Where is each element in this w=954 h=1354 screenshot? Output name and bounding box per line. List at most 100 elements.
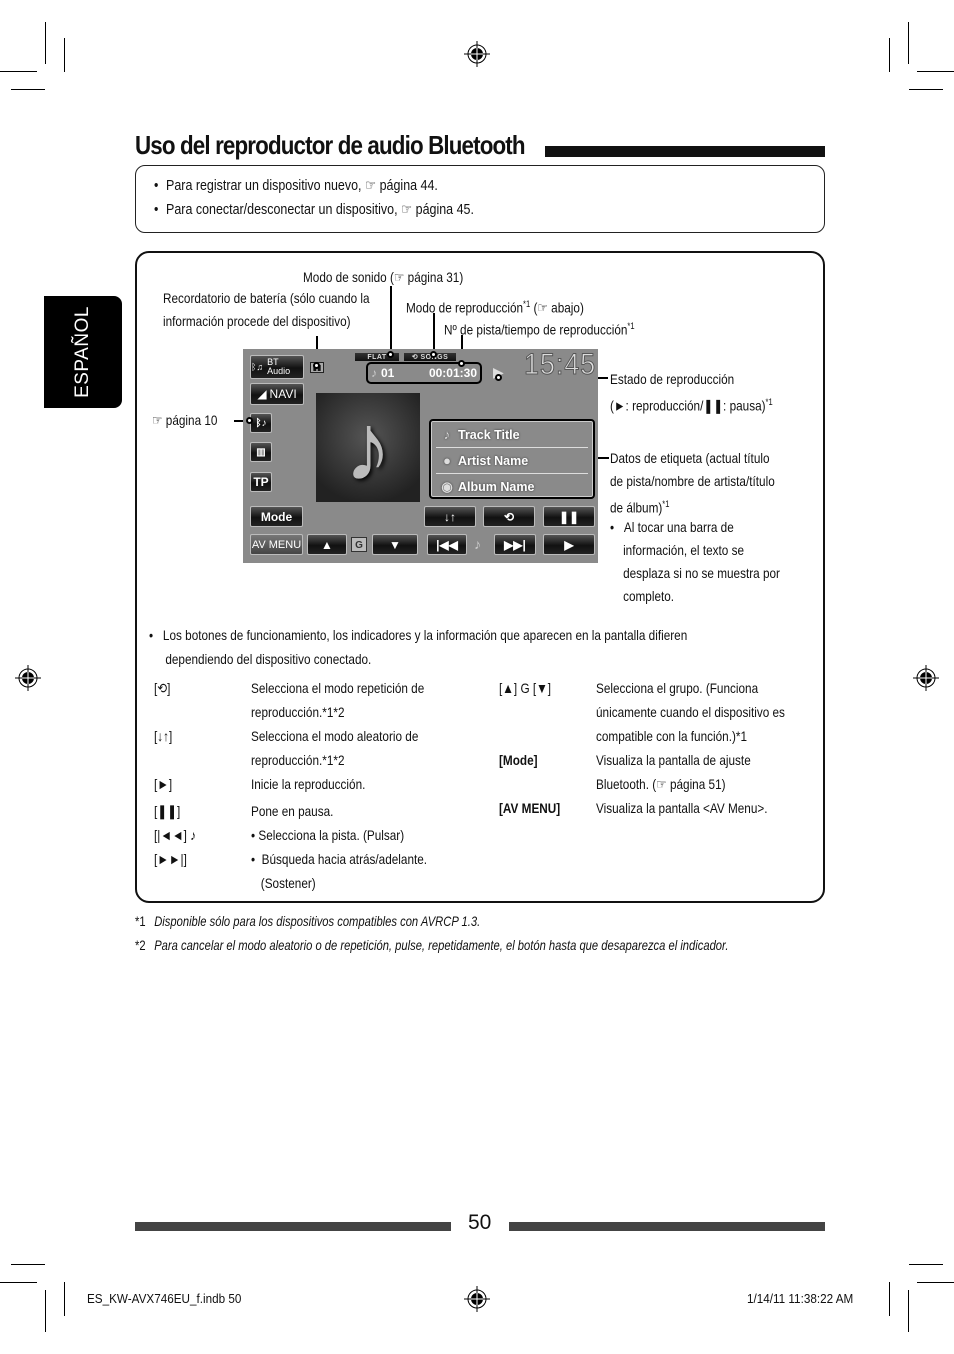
intro-note: • Para registrar un dispositivo nuevo, ☞ … (154, 178, 438, 194)
key-mode: [Mode] (499, 752, 538, 768)
crop-mark (908, 1290, 909, 1332)
bluetooth-music-icon: ᛒ♪ (255, 417, 267, 429)
artist-name-bar[interactable]: ● Artist Name (436, 448, 588, 474)
desc-pause: Pone en pausa. (251, 803, 334, 819)
crop-mark (889, 1282, 890, 1316)
bluetooth-music-button[interactable]: ᛒ♪ (250, 413, 272, 433)
shuffle-icon: ↓↑ (444, 509, 456, 524)
navi-button[interactable]: ◢ NAVI (250, 383, 304, 405)
person-icon: ● (443, 453, 451, 468)
desc-search: • Búsqueda hacia atrás/adelante. (Sosten… (251, 851, 428, 891)
key-shuffle: [↓↑] (154, 728, 173, 744)
previous-track-button[interactable]: |◀◀ (427, 534, 467, 555)
callout-play-status: Estado de reproducción (►: reproducción/❚… (610, 371, 773, 414)
desc-mode: Visualiza la pantalla de ajuste Bluetooth… (596, 752, 751, 792)
registration-mark-icon (464, 1286, 490, 1312)
repeat-button[interactable]: ⟲ (483, 506, 535, 527)
next-track-button[interactable]: ▶▶| (494, 534, 536, 555)
key-repeat: [⟲] (154, 680, 171, 696)
pause-icon: ❚❚ (558, 509, 580, 524)
equalizer-button[interactable]: ▥ (250, 442, 272, 462)
group-icon: G (351, 537, 367, 552)
play-time: 00:01:30 (428, 366, 477, 380)
repeat-icon: ⟲ (503, 509, 515, 524)
crop-mark (0, 1282, 37, 1283)
bluetooth-icon: ᛒ♫ (251, 361, 264, 372)
track-title-bar[interactable]: ♪ Track Title (436, 422, 588, 448)
play-button[interactable]: ▶ (543, 534, 595, 555)
page-bar-left (135, 1222, 451, 1231)
footnote: *2 Para cancelar el modo aleatorio o de r… (135, 937, 729, 953)
desc-repeat: Selecciona el modo repetición de reproduc… (251, 680, 425, 720)
pause-button[interactable]: ❚❚ (543, 506, 595, 527)
crop-mark (45, 1290, 46, 1332)
desc-group: Selecciona el grupo. (Funciona únicamente… (596, 680, 785, 744)
crop-mark (0, 71, 37, 72)
crop-mark (11, 89, 45, 90)
registration-mark-icon (913, 665, 939, 691)
av-menu-button[interactable]: AV MENU (250, 534, 303, 555)
equalizer-icon: ▥ (256, 446, 266, 458)
crop-mark (917, 1282, 954, 1283)
crop-mark (889, 38, 890, 72)
mode-button[interactable]: Mode (250, 506, 303, 527)
page-number: 50 (468, 1211, 492, 1234)
slug-file: ES_KW-AVX746EU_f.indb 50 (87, 1291, 242, 1306)
callout-page-ref: ☞ página 10 (152, 412, 218, 428)
note-icon: ♪ (443, 427, 451, 442)
intro-note-box: • Para registrar un dispositivo nuevo, ☞ … (135, 165, 825, 233)
group-up-button[interactable]: ▲ (307, 534, 347, 555)
track-number: 01 (381, 366, 395, 380)
crop-mark (909, 89, 943, 90)
desc-select-track: • Selecciona la pista. (Pulsar) (251, 827, 405, 843)
group-down-button[interactable]: ▼ (372, 534, 418, 555)
key-group: [▲] G [▼] (499, 680, 552, 696)
album-art: ♪ (316, 393, 420, 502)
triangle-up-icon: ▲ (321, 537, 333, 552)
intro-note: • Para conectar/desconectar un dispositiv… (154, 202, 474, 218)
crop-mark (64, 1282, 65, 1316)
note-icon: ♪ (474, 536, 481, 552)
key-av-menu: [AV MENU] (499, 800, 561, 816)
tag-info-box: ♪ Track Title ● Artist Name ◉ Album Name (429, 419, 595, 499)
skip-forward-icon: ▶▶| (504, 537, 526, 552)
navi-arrow-icon: ◢ (257, 387, 267, 401)
callout-battery: Recordatorio de batería (sólo cuando la i… (163, 290, 370, 329)
registration-mark-icon (464, 41, 490, 67)
general-note: • Los botones de funcionamiento, los ind… (149, 627, 688, 667)
desc-av-menu: Visualiza la pantalla <AV Menu>. (596, 800, 768, 816)
footnote: *1 Disponible sólo para los dispositivos … (135, 913, 481, 929)
callout-tag-bullet: • Al tocar una barra de información, el … (610, 519, 780, 604)
key-next: [►►|] (154, 851, 187, 867)
disc-icon: ◉ (441, 479, 453, 494)
triangle-down-icon: ▼ (389, 537, 401, 552)
page-bar-right (509, 1222, 825, 1231)
key-previous: [|◄◄] ♪ (154, 827, 197, 843)
key-play: [►] (154, 776, 173, 792)
callout-sound-mode: Modo de sonido (☞ página 31) (303, 269, 464, 285)
registration-mark-icon (15, 665, 41, 691)
page-title: Uso del reproductor de audio Bluetooth (135, 130, 526, 160)
callout-tag-data: Datos de etiqueta (actual título de pista… (610, 450, 775, 516)
crop-mark (917, 71, 954, 72)
callout-track-time: Nº de pista/tiempo de reproducción*1 (444, 321, 635, 338)
album-name-bar[interactable]: ◉ Album Name (436, 474, 588, 500)
crop-mark (908, 22, 909, 64)
repeat-icon: ⟲ (411, 354, 421, 361)
note-icon: ♪ (371, 366, 377, 380)
desc-shuffle: Selecciona el modo aleatorio de reproducc… (251, 728, 419, 768)
track-time-box: ♪ 01 00:01:30 (366, 362, 482, 384)
shuffle-button[interactable]: ↓↑ (424, 506, 476, 527)
title-rule (545, 146, 825, 157)
bt-audio-source-button[interactable]: ᛒ♫ BT Audio (250, 355, 304, 379)
slug-datetime: 1/14/11 11:38:22 AM (747, 1291, 854, 1306)
desc-play: Inicie la reproducción. (251, 776, 366, 792)
key-pause: [❚❚] (154, 803, 181, 819)
crop-mark (64, 38, 65, 72)
clock: 15:45 (524, 348, 597, 382)
music-note-icon: ♪ (344, 393, 392, 501)
skip-back-icon: |◀◀ (436, 537, 458, 552)
tp-button[interactable]: TP (250, 472, 272, 492)
crop-mark (11, 1264, 45, 1265)
language-tab: ESPAÑOL (44, 296, 122, 408)
